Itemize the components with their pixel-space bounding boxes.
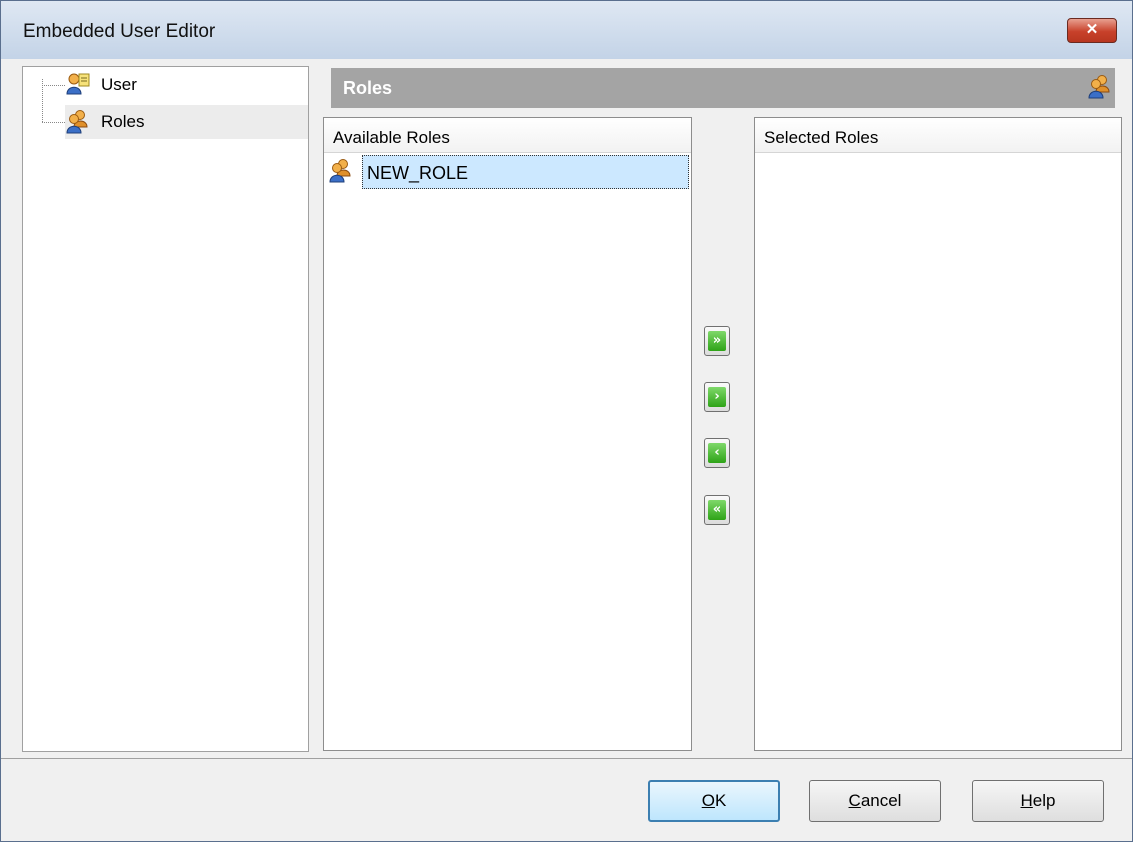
tree-item-label: User: [101, 75, 137, 94]
remove-all-button[interactable]: «: [704, 495, 730, 525]
ok-label-rest: K: [714, 791, 727, 810]
title-bar[interactable]: Embedded User Editor ✕: [1, 1, 1132, 59]
column-header-label: Selected Roles: [764, 128, 879, 147]
ok-mnemonic: O: [701, 791, 715, 810]
double-right-arrow-icon: »: [708, 331, 726, 351]
role-name: NEW_ROLE: [367, 163, 469, 183]
help-mnemonic: H: [1020, 791, 1033, 810]
help-label-rest: elp: [1032, 791, 1056, 810]
add-button[interactable]: ›: [704, 382, 730, 412]
roles-icon: [66, 110, 88, 134]
selected-roles-list[interactable]: Selected Roles: [754, 117, 1122, 751]
left-arrow-icon: ‹: [708, 443, 726, 463]
role-icon: [329, 159, 351, 183]
ok-button[interactable]: OK: [648, 780, 780, 822]
tree-item-user[interactable]: User: [65, 68, 308, 102]
navigation-tree: User Roles: [22, 66, 309, 752]
right-arrow-icon: ›: [708, 387, 726, 407]
available-roles-list[interactable]: Available Roles NEW_ROLE: [323, 117, 692, 751]
user-icon: [66, 73, 90, 95]
list-item-cell[interactable]: NEW_ROLE: [362, 155, 689, 189]
close-button[interactable]: ✕: [1067, 18, 1117, 43]
dialog-window: Embedded User Editor ✕ User Roles Roles …: [0, 0, 1133, 842]
tree-connector: [42, 85, 65, 86]
section-header: Roles: [331, 68, 1115, 108]
footer-divider: [1, 758, 1132, 759]
tree-item-label: Roles: [101, 112, 145, 131]
tree-connector: [42, 122, 65, 123]
remove-button[interactable]: ‹: [704, 438, 730, 468]
cancel-mnemonic: C: [848, 791, 861, 810]
cancel-button[interactable]: Cancel: [809, 780, 941, 822]
column-header[interactable]: Available Roles: [324, 118, 691, 153]
list-item[interactable]: NEW_ROLE: [326, 154, 689, 190]
add-all-button[interactable]: »: [704, 326, 730, 356]
roles-icon: [1088, 75, 1110, 99]
section-title: Roles: [343, 78, 393, 98]
window-title: Embedded User Editor: [23, 21, 216, 42]
column-header[interactable]: Selected Roles: [755, 118, 1121, 153]
cancel-label-rest: ancel: [860, 791, 902, 810]
double-left-arrow-icon: «: [708, 500, 726, 520]
tree-item-roles[interactable]: Roles: [65, 105, 308, 139]
column-header-label: Available Roles: [333, 128, 450, 147]
help-button[interactable]: Help: [972, 780, 1104, 822]
